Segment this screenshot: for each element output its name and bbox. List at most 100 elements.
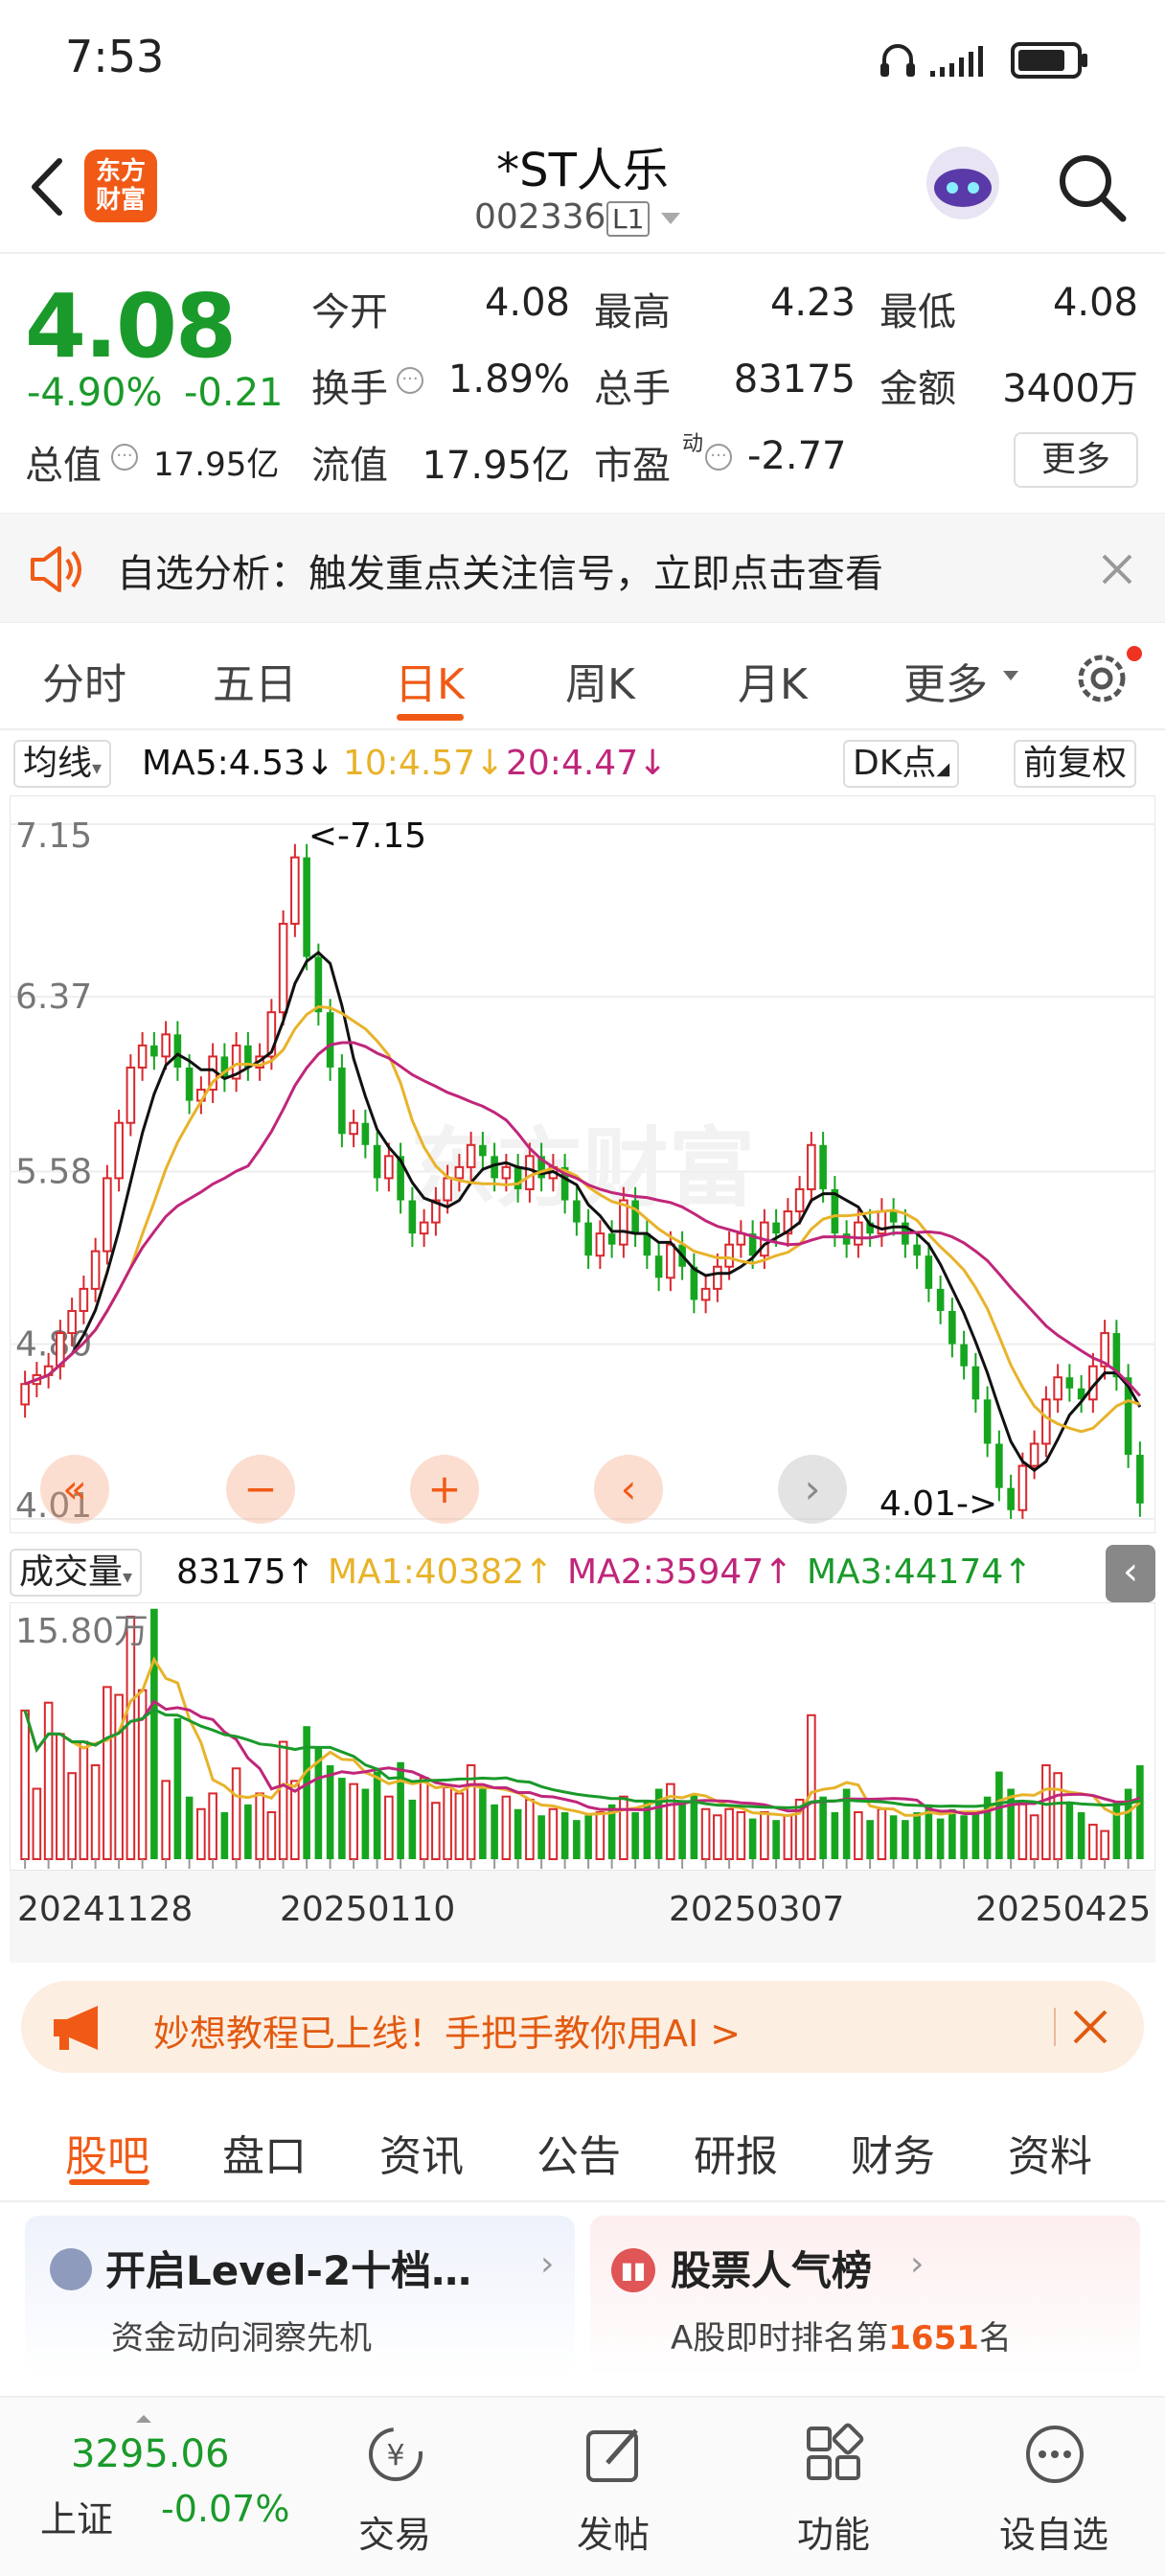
index-ticker[interactable]: 3295.06 上证 -0.07% bbox=[19, 2413, 307, 2557]
info-icon[interactable]: ··· bbox=[111, 444, 138, 471]
settings-gear-icon[interactable] bbox=[1071, 644, 1148, 711]
candle-body bbox=[338, 1067, 346, 1135]
signal-icon bbox=[930, 46, 983, 77]
candle-body bbox=[889, 1211, 898, 1223]
volume-chart[interactable]: 15.80万 bbox=[10, 1602, 1155, 1871]
tab-five-day[interactable]: 五日 bbox=[213, 650, 297, 711]
volume-label: 总手 bbox=[594, 367, 671, 411]
step-right-icon-glyph: › bbox=[805, 1465, 821, 1512]
last-price: 4.08 bbox=[25, 275, 237, 378]
candle-body bbox=[700, 1287, 711, 1301]
nav-post[interactable]: 发帖 bbox=[537, 2415, 690, 2559]
tab-finance[interactable]: 财务 bbox=[851, 2122, 935, 2183]
volume-bar bbox=[79, 1740, 89, 1860]
more-dots-icon bbox=[1026, 2426, 1084, 2483]
candle-body bbox=[960, 1344, 968, 1367]
tab-guba[interactable]: 股吧 bbox=[65, 2122, 149, 2183]
volume-bar bbox=[760, 1811, 769, 1861]
robot-assistant-icon[interactable] bbox=[920, 140, 1006, 226]
card-title: 开启Level-2十档… bbox=[105, 2247, 472, 2294]
candle-body bbox=[126, 1066, 136, 1124]
collapse-arrow-icon[interactable]: ‹ bbox=[1106, 1545, 1155, 1602]
amount-value: 3400万 bbox=[1002, 367, 1138, 411]
close-icon[interactable] bbox=[1069, 2006, 1111, 2048]
volume-current: 83175↑ bbox=[176, 1552, 315, 1592]
info-icon[interactable]: ··· bbox=[705, 444, 732, 471]
candle-body bbox=[936, 1288, 945, 1311]
nav-functions[interactable]: 功能 bbox=[757, 2415, 910, 2559]
nav-add-watchlist[interactable]: 设自选 bbox=[977, 2415, 1131, 2559]
analysis-alert[interactable]: 自选分析：触发重点关注信号，立即点击查看 bbox=[0, 513, 1165, 623]
candle-body bbox=[1136, 1455, 1144, 1504]
tab-announcements[interactable]: 公告 bbox=[537, 2122, 621, 2183]
pe-value: -2.77 bbox=[747, 434, 847, 478]
nav-label: 设自选 bbox=[998, 2514, 1108, 2556]
rank-prefix: A股即时排名第 bbox=[671, 2319, 889, 2358]
candle-body bbox=[607, 1233, 616, 1245]
promo-banner[interactable]: 妙想教程已上线！手把手教你用AI > bbox=[21, 1981, 1144, 2073]
tab-research[interactable]: 研报 bbox=[694, 2122, 778, 2183]
tab-daily-k[interactable]: 日K bbox=[395, 650, 465, 711]
chevron-down-icon[interactable] bbox=[661, 213, 680, 224]
candlestick-chart[interactable]: 7.156.375.584.804.01东方财富<-7.154.01->«−+‹… bbox=[10, 795, 1155, 1533]
volume-bar bbox=[1124, 1788, 1132, 1859]
candle-body bbox=[314, 956, 323, 1013]
chevron-right-icon: › bbox=[540, 2244, 555, 2284]
candle-body bbox=[161, 1033, 171, 1058]
candle-body bbox=[514, 1166, 522, 1189]
volume-bar bbox=[1077, 1812, 1085, 1859]
candle-body bbox=[114, 1121, 124, 1180]
battery-icon bbox=[1011, 42, 1087, 79]
volume-bar bbox=[349, 1782, 358, 1860]
tab-monthly-k[interactable]: 月K bbox=[738, 650, 808, 711]
adjust-button[interactable]: 前复权 bbox=[1014, 740, 1137, 788]
close-icon[interactable] bbox=[1098, 550, 1136, 588]
tab-profile[interactable]: 资料 bbox=[1008, 2122, 1092, 2183]
volume-value: 83175 bbox=[733, 357, 856, 402]
dk-point-button[interactable]: DK点◢ bbox=[843, 740, 960, 788]
tab-news[interactable]: 资讯 bbox=[379, 2122, 464, 2183]
volume-bar bbox=[150, 1608, 158, 1859]
index-change: -0.07% bbox=[161, 2488, 290, 2530]
volume-bar bbox=[266, 1811, 277, 1861]
volume-bar bbox=[854, 1811, 863, 1861]
candle-body bbox=[67, 1309, 77, 1335]
level-badge[interactable]: L1 bbox=[606, 201, 651, 237]
indicator-selector[interactable]: 成交量▾ bbox=[10, 1549, 143, 1597]
chevron-down-icon[interactable] bbox=[1003, 671, 1018, 680]
megaphone-icon bbox=[54, 2006, 98, 2050]
candle-body bbox=[525, 1155, 535, 1190]
tab-intraday[interactable]: 分时 bbox=[42, 650, 126, 711]
candle-body bbox=[573, 1200, 581, 1223]
ma-selector[interactable]: 均线▾ bbox=[13, 740, 112, 788]
search-icon[interactable] bbox=[1054, 150, 1131, 226]
candle-body bbox=[20, 1383, 30, 1406]
volume-bar bbox=[419, 1777, 429, 1860]
volume-bar bbox=[185, 1796, 194, 1859]
volume-bar bbox=[889, 1815, 898, 1859]
tab-pankou[interactable]: 盘口 bbox=[222, 2122, 307, 2183]
candle-body bbox=[1041, 1398, 1051, 1445]
date-tick: 20250425 bbox=[975, 1890, 1152, 1929]
tab-weekly-k[interactable]: 周K bbox=[565, 650, 635, 711]
y-tick-label: 5.58 bbox=[15, 1153, 92, 1192]
candle-body bbox=[454, 1165, 465, 1180]
candle-body bbox=[842, 1233, 851, 1245]
status-icons bbox=[880, 42, 1087, 79]
quote-panel: 4.08 -4.90% -0.21 今开 4.08 最高 4.23 最低 4.0… bbox=[0, 256, 1165, 510]
volume-bar bbox=[595, 1811, 605, 1861]
level2-card[interactable]: 开启Level-2十档… › 资金动向洞察先机 bbox=[25, 2216, 575, 2377]
low-label: 最低 bbox=[879, 290, 956, 334]
nav-trade[interactable]: ¥ 交易 bbox=[318, 2415, 471, 2559]
volume-bar bbox=[783, 1814, 793, 1861]
volume-bar bbox=[361, 1788, 370, 1859]
info-icon[interactable]: ··· bbox=[397, 367, 423, 394]
tab-more[interactable]: 更多 bbox=[903, 650, 988, 711]
more-button[interactable]: 更多 bbox=[1014, 432, 1138, 488]
volume-bar bbox=[877, 1807, 887, 1861]
popularity-card[interactable]: ▮▮ 股票人气榜 › A股即时排名第1651名 bbox=[590, 2216, 1140, 2377]
volume-bar bbox=[1136, 1765, 1144, 1859]
volume-ma1: MA1:40382↑ bbox=[328, 1552, 554, 1592]
index-value: 3295.06 bbox=[71, 2432, 230, 2476]
high-label: 最高 bbox=[594, 290, 671, 334]
